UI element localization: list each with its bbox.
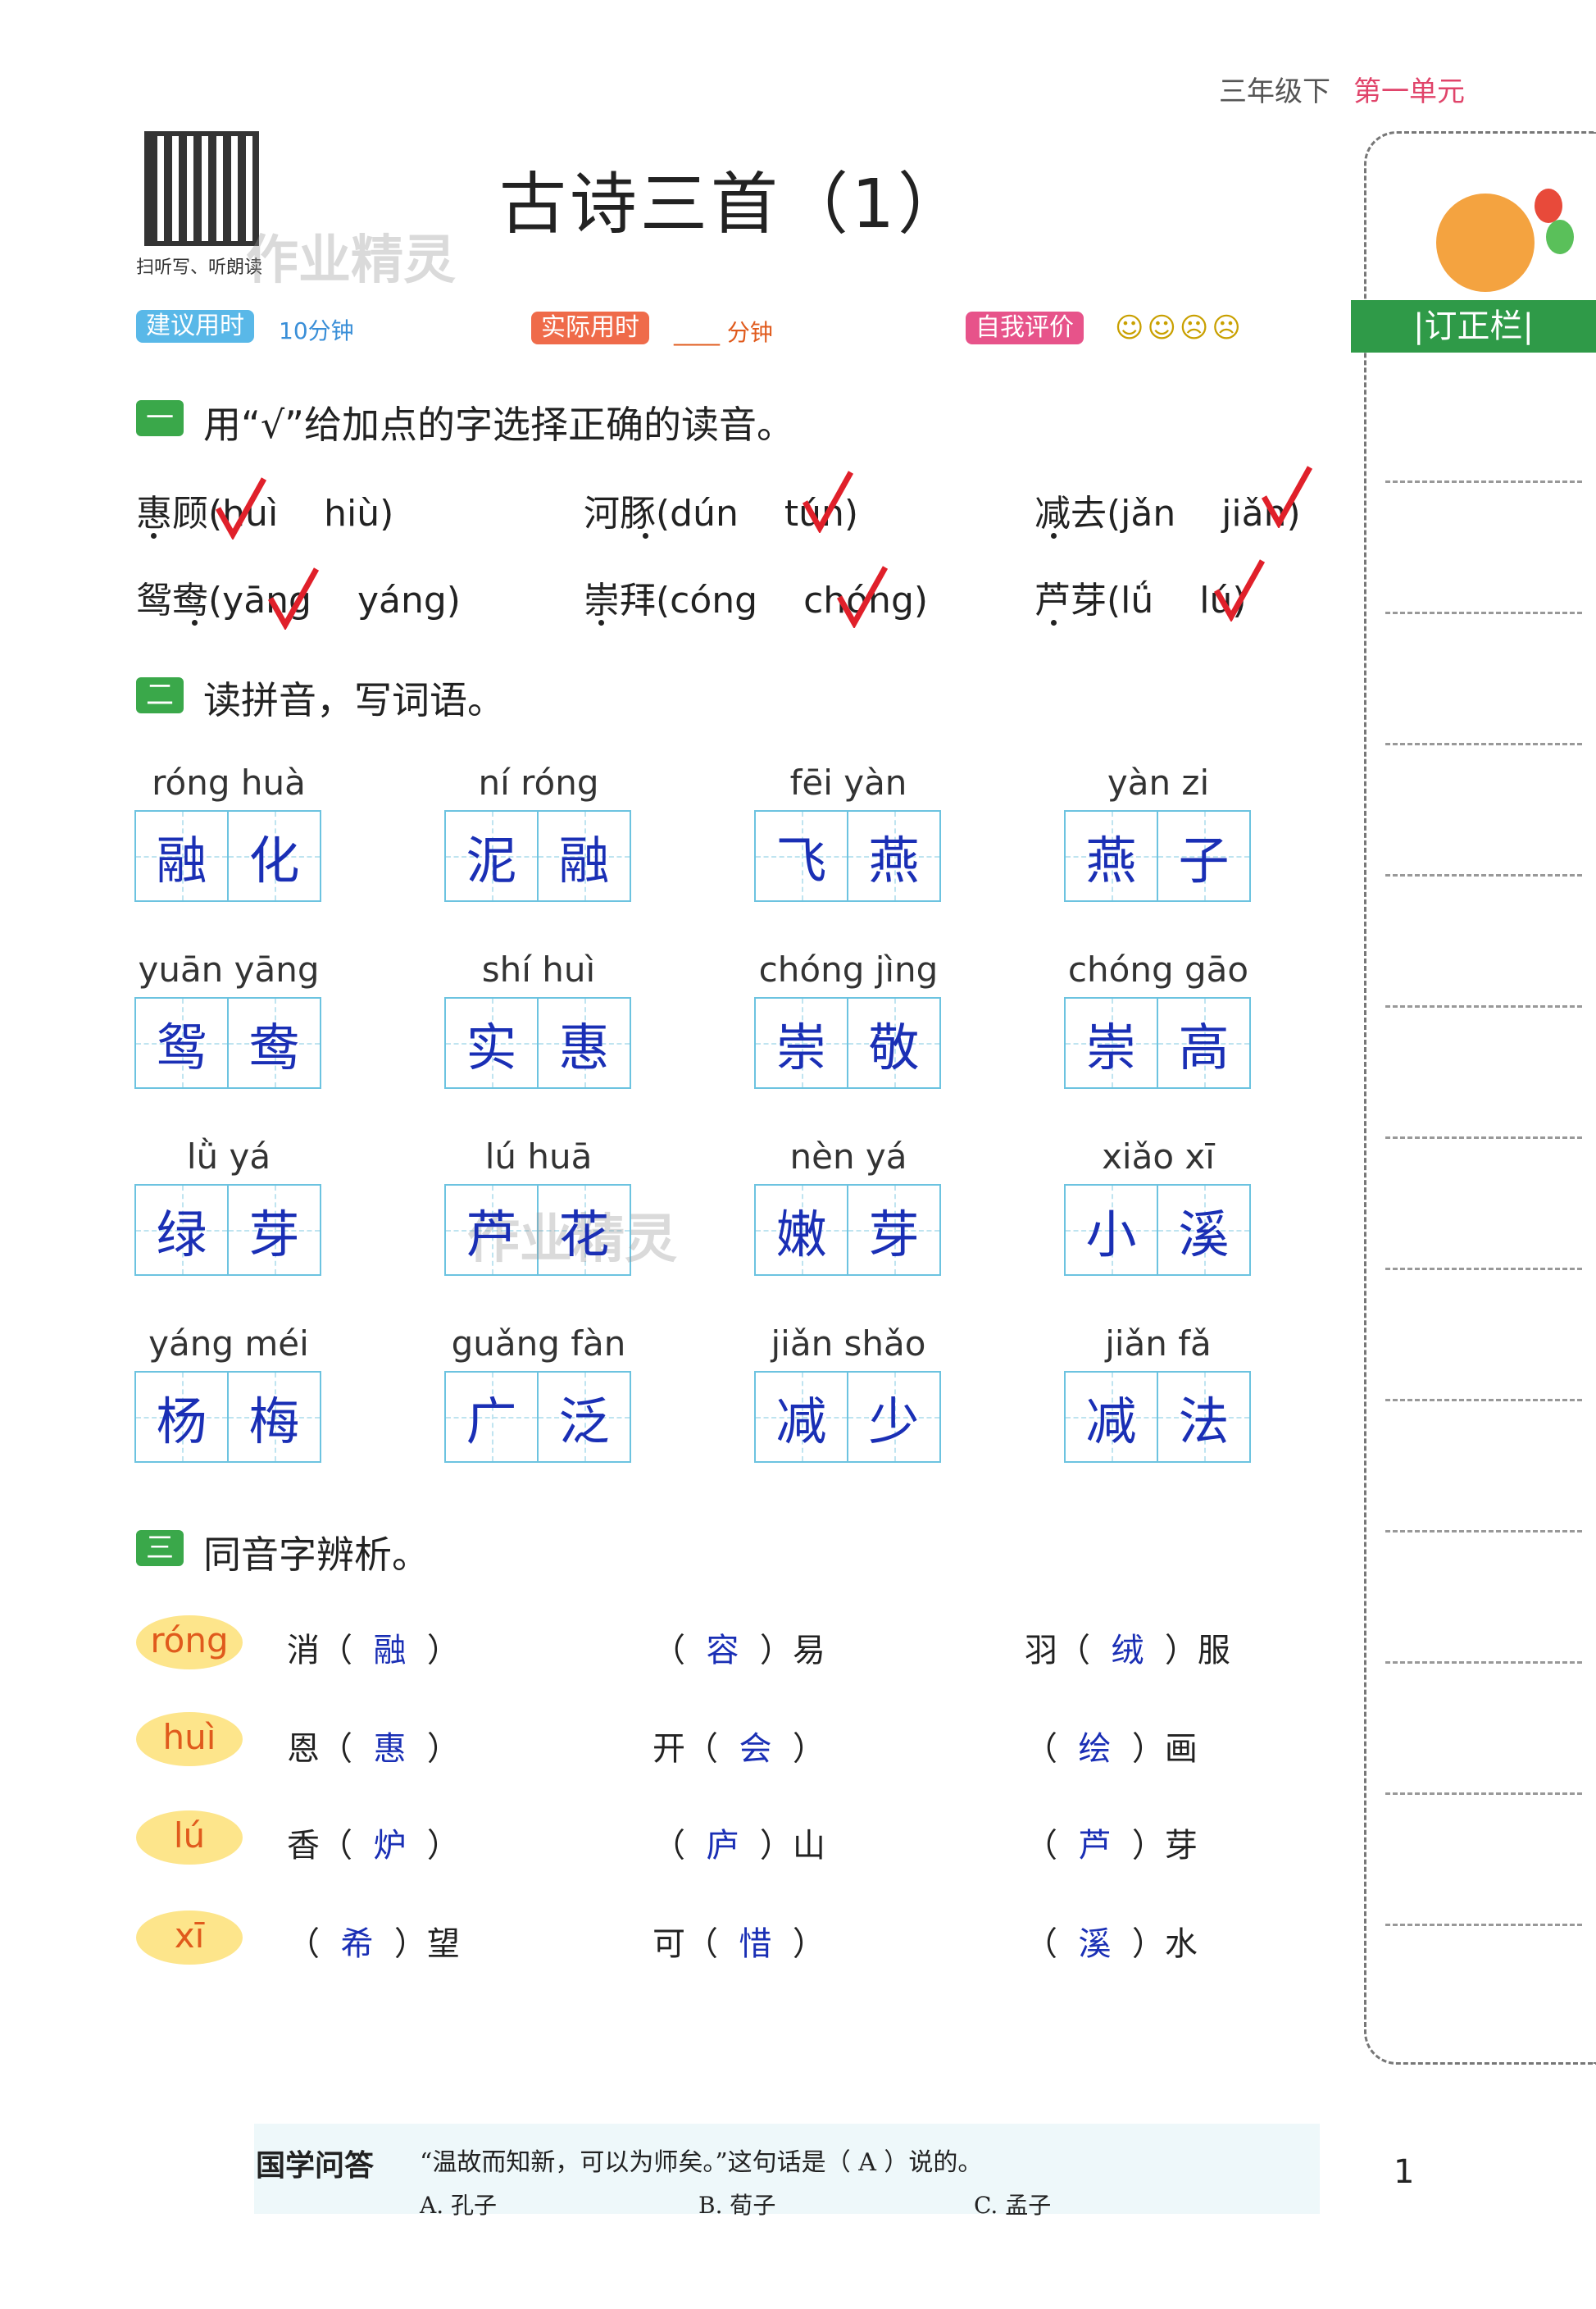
homophone-item: 恩（ 惠 ） — [287, 1730, 460, 1768]
unit-label: 第一单元 — [1353, 75, 1465, 108]
correction-line[interactable] — [1385, 1005, 1582, 1008]
word-box[interactable]: 嫩芽 — [754, 1184, 941, 1276]
correction-line[interactable] — [1385, 1399, 1582, 1401]
correction-line[interactable] — [1385, 874, 1582, 877]
checkmark-icon — [215, 477, 267, 540]
actual-time-badge: 实际用时 — [531, 312, 649, 344]
correction-line[interactable] — [1385, 1530, 1582, 1533]
homophone-item: （ 绘 ）画 — [1025, 1730, 1198, 1768]
pinyin-label: chóng jìng — [758, 950, 939, 990]
pinyin-label: yáng méi — [148, 1323, 309, 1364]
word-box[interactable]: 小溪 — [1064, 1184, 1251, 1276]
pinyin-tag: róng — [136, 1615, 243, 1669]
footer-question: “温故而知新，可以为师矣。”这句话是（ A ）说的。 — [420, 2148, 983, 2177]
pinyin-label: yàn zi — [1107, 763, 1210, 803]
pinyin-label: fēi yàn — [789, 763, 907, 803]
squirrel-mascot-icon — [1436, 194, 1535, 292]
pinyin-label: lú huā — [484, 1136, 593, 1177]
emphasis-dot — [151, 533, 157, 539]
checkmark-icon — [1213, 559, 1266, 622]
correction-line[interactable] — [1385, 612, 1582, 614]
pinyin-label: lǜ yá — [186, 1136, 271, 1177]
self-eval-faces-icon[interactable]: ☺☺☹☹ — [1115, 312, 1244, 344]
pinyin-tag: lú — [136, 1810, 243, 1865]
emphasis-dot — [192, 620, 198, 626]
checkmark-icon — [1261, 466, 1313, 528]
homophone-item: 开（ 会 ） — [652, 1730, 825, 1768]
pinyin-label: ní róng — [478, 763, 599, 803]
balloon-icon — [1535, 189, 1562, 223]
correction-line[interactable] — [1385, 743, 1582, 745]
word-box[interactable]: 杨梅 — [134, 1371, 321, 1463]
homophone-item: 消（ 融 ） — [287, 1632, 460, 1669]
word-box[interactable]: 减法 — [1064, 1371, 1251, 1463]
word-box[interactable]: 减少 — [754, 1371, 941, 1463]
homophone-item: （ 溪 ）水 — [1025, 1925, 1198, 1963]
correction-line[interactable] — [1385, 1136, 1582, 1139]
word-box[interactable]: 绿芽 — [134, 1184, 321, 1276]
balloon-icon — [1546, 220, 1574, 254]
grade-label: 三年级下 — [1219, 75, 1330, 108]
pinyin-label: jiǎn shǎo — [771, 1323, 926, 1364]
correction-line[interactable] — [1385, 1268, 1582, 1270]
footer-option-b[interactable]: B. 荀子 — [698, 2188, 775, 2220]
word-box[interactable]: 广泛 — [444, 1371, 631, 1463]
pinyin-label: xiǎo xī — [1102, 1136, 1215, 1177]
emphasis-dot — [643, 533, 648, 539]
homophone-item: （ 庐 ）山 — [652, 1827, 825, 1865]
footer-label: 国学问答 — [256, 2149, 375, 2183]
section2-title: 读拼音，写词语。 — [203, 678, 505, 722]
correction-line[interactable] — [1385, 1792, 1582, 1795]
homophone-item: （ 容 ）易 — [652, 1632, 825, 1669]
checkmark-icon — [267, 567, 320, 630]
suggest-time-value: 10分钟 — [279, 317, 354, 344]
word-box[interactable]: 融化 — [134, 810, 321, 902]
word-box[interactable]: 燕子 — [1064, 810, 1251, 902]
homophone-item: 可（ 惜 ） — [652, 1925, 825, 1963]
self-eval-badge: 自我评价 — [966, 312, 1084, 344]
pinyin-label: shí huì — [481, 950, 596, 990]
footer-option-a[interactable]: A. 孔子 — [420, 2188, 497, 2220]
emphasis-dot — [1051, 620, 1057, 626]
pinyin-label: nèn yá — [789, 1136, 907, 1177]
section2-number: 二 — [136, 677, 184, 713]
correction-column-header: |订正栏| — [1351, 300, 1596, 353]
homophone-item: 羽（ 绒 ）服 — [1025, 1632, 1230, 1669]
section3-title: 同音字辨析。 — [203, 1533, 430, 1577]
homophone-item: （ 芦 ）芽 — [1025, 1827, 1198, 1865]
word-box[interactable]: 实惠 — [444, 997, 631, 1089]
suggest-time-badge: 建议用时 — [136, 310, 254, 343]
word-box[interactable]: 鸳鸯 — [134, 997, 321, 1089]
header-grade-unit: 三年级下 第一单元 — [1219, 69, 1465, 109]
pinyin-label: yuān yāng — [138, 950, 320, 990]
homophone-item: 香（ 炉 ） — [287, 1827, 460, 1865]
pinyin-label: guǎng fàn — [451, 1323, 626, 1364]
qr-caption: 扫听写、听朗读 — [136, 257, 263, 278]
section3-number: 三 — [136, 1530, 184, 1566]
page-title: 古诗三首（1） — [498, 166, 969, 244]
checkmark-icon — [802, 471, 854, 533]
correction-line[interactable] — [1385, 1661, 1582, 1664]
correction-column — [1364, 131, 1596, 2065]
pinyin-label: jiǎn fǎ — [1105, 1323, 1212, 1364]
page-number: 1 — [1394, 2153, 1415, 2191]
section1-title: 用“√”给加点的字选择正确的读音。 — [203, 403, 794, 447]
homophone-item: （ 希 ）望 — [287, 1925, 460, 1963]
pinyin-label: róng huà — [152, 763, 306, 803]
actual-time-value[interactable]: ____ 分钟 — [674, 315, 773, 348]
section1-number: 一 — [136, 400, 184, 436]
word-box[interactable]: 泥融 — [444, 810, 631, 902]
emphasis-dot — [598, 620, 604, 626]
pinyin-label: chóng gāo — [1067, 950, 1249, 990]
correction-line[interactable] — [1385, 480, 1582, 483]
footer-option-c[interactable]: C. 孟子 — [974, 2188, 1051, 2220]
emphasis-dot — [1051, 533, 1057, 539]
pinyin-tag: xī — [136, 1911, 243, 1965]
word-box[interactable]: 飞燕 — [754, 810, 941, 902]
word-box[interactable]: 崇高 — [1064, 997, 1251, 1089]
word-box[interactable]: 崇敬 — [754, 997, 941, 1089]
checkmark-icon — [836, 566, 889, 628]
correction-line[interactable] — [1385, 1924, 1582, 1926]
pinyin-tag: huì — [136, 1712, 243, 1766]
